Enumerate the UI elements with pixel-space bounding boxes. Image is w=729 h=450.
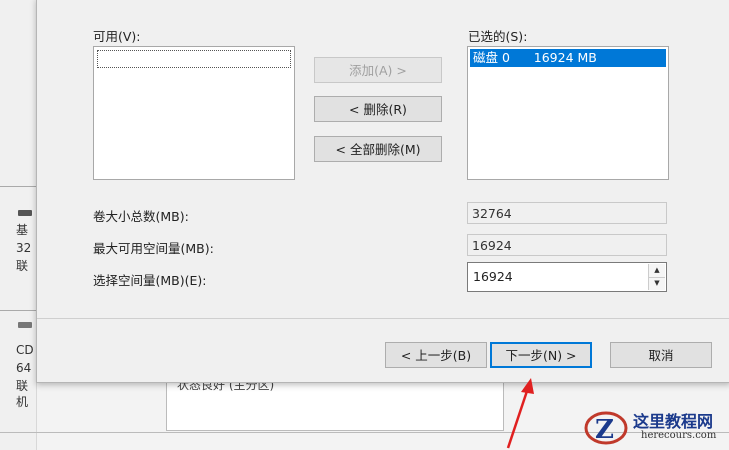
disk-list-strip: 基 32 联 CD 64 联机 <box>0 0 37 450</box>
volume-total-label: 卷大小总数(MB): <box>93 209 189 224</box>
focus-rectangle <box>97 50 291 68</box>
disk-status: 联 <box>16 259 29 273</box>
selected-disk-row[interactable]: 磁盘 0 16924 MB <box>470 49 666 67</box>
max-available-label: 最大可用空间量(MB): <box>93 241 214 256</box>
watermark: Z 这里教程网 herecours.com <box>583 404 729 450</box>
divider <box>0 186 36 187</box>
select-space-value[interactable]: 16924 <box>473 269 513 284</box>
volume-total-field: 32764 <box>467 202 667 224</box>
disk-icon <box>18 210 32 216</box>
select-space-stepper[interactable]: 16924 ▲ ▼ <box>467 262 667 292</box>
spin-down-icon[interactable]: ▼ <box>649 277 665 290</box>
watermark-url: herecours.com <box>641 430 717 441</box>
available-label: 可用(V): <box>93 29 141 44</box>
spin-up-icon[interactable]: ▲ <box>649 264 665 278</box>
selected-disks-list[interactable]: 磁盘 0 16924 MB <box>467 46 669 180</box>
spin-buttons: ▲ ▼ <box>648 264 665 290</box>
max-available-field: 16924 <box>467 234 667 256</box>
disk-label[interactable]: 基 <box>16 222 28 238</box>
cd-size: 64 <box>16 361 32 375</box>
cancel-button[interactable]: 取消 <box>610 342 712 368</box>
next-button[interactable]: 下一步(N) > <box>490 342 592 368</box>
cd-status: 联机 <box>16 379 29 409</box>
remove-all-button[interactable]: < 全部删除(M) <box>314 136 442 162</box>
disk-size: 32 <box>16 241 32 255</box>
remove-button[interactable]: < 删除(R) <box>314 96 442 122</box>
watermark-title: 这里教程网 <box>633 412 714 431</box>
svg-text:Z: Z <box>595 415 614 445</box>
select-disks-dialog: 可用(V): 添加(A) > < 删除(R) < 全部删除(M) 已选的(S):… <box>36 0 729 383</box>
add-button[interactable]: 添加(A) > <box>314 57 442 83</box>
select-space-label: 选择空间量(MB)(E): <box>93 273 207 288</box>
available-disks-list[interactable] <box>93 46 295 180</box>
dialog-separator <box>37 318 729 319</box>
back-button[interactable]: < 上一步(B) <box>385 342 487 368</box>
selected-label: 已选的(S): <box>468 29 528 44</box>
watermark-logo-icon: Z <box>584 411 628 445</box>
cd-icon <box>18 322 32 328</box>
divider <box>0 310 36 311</box>
cd-label[interactable]: CD <box>16 342 34 358</box>
